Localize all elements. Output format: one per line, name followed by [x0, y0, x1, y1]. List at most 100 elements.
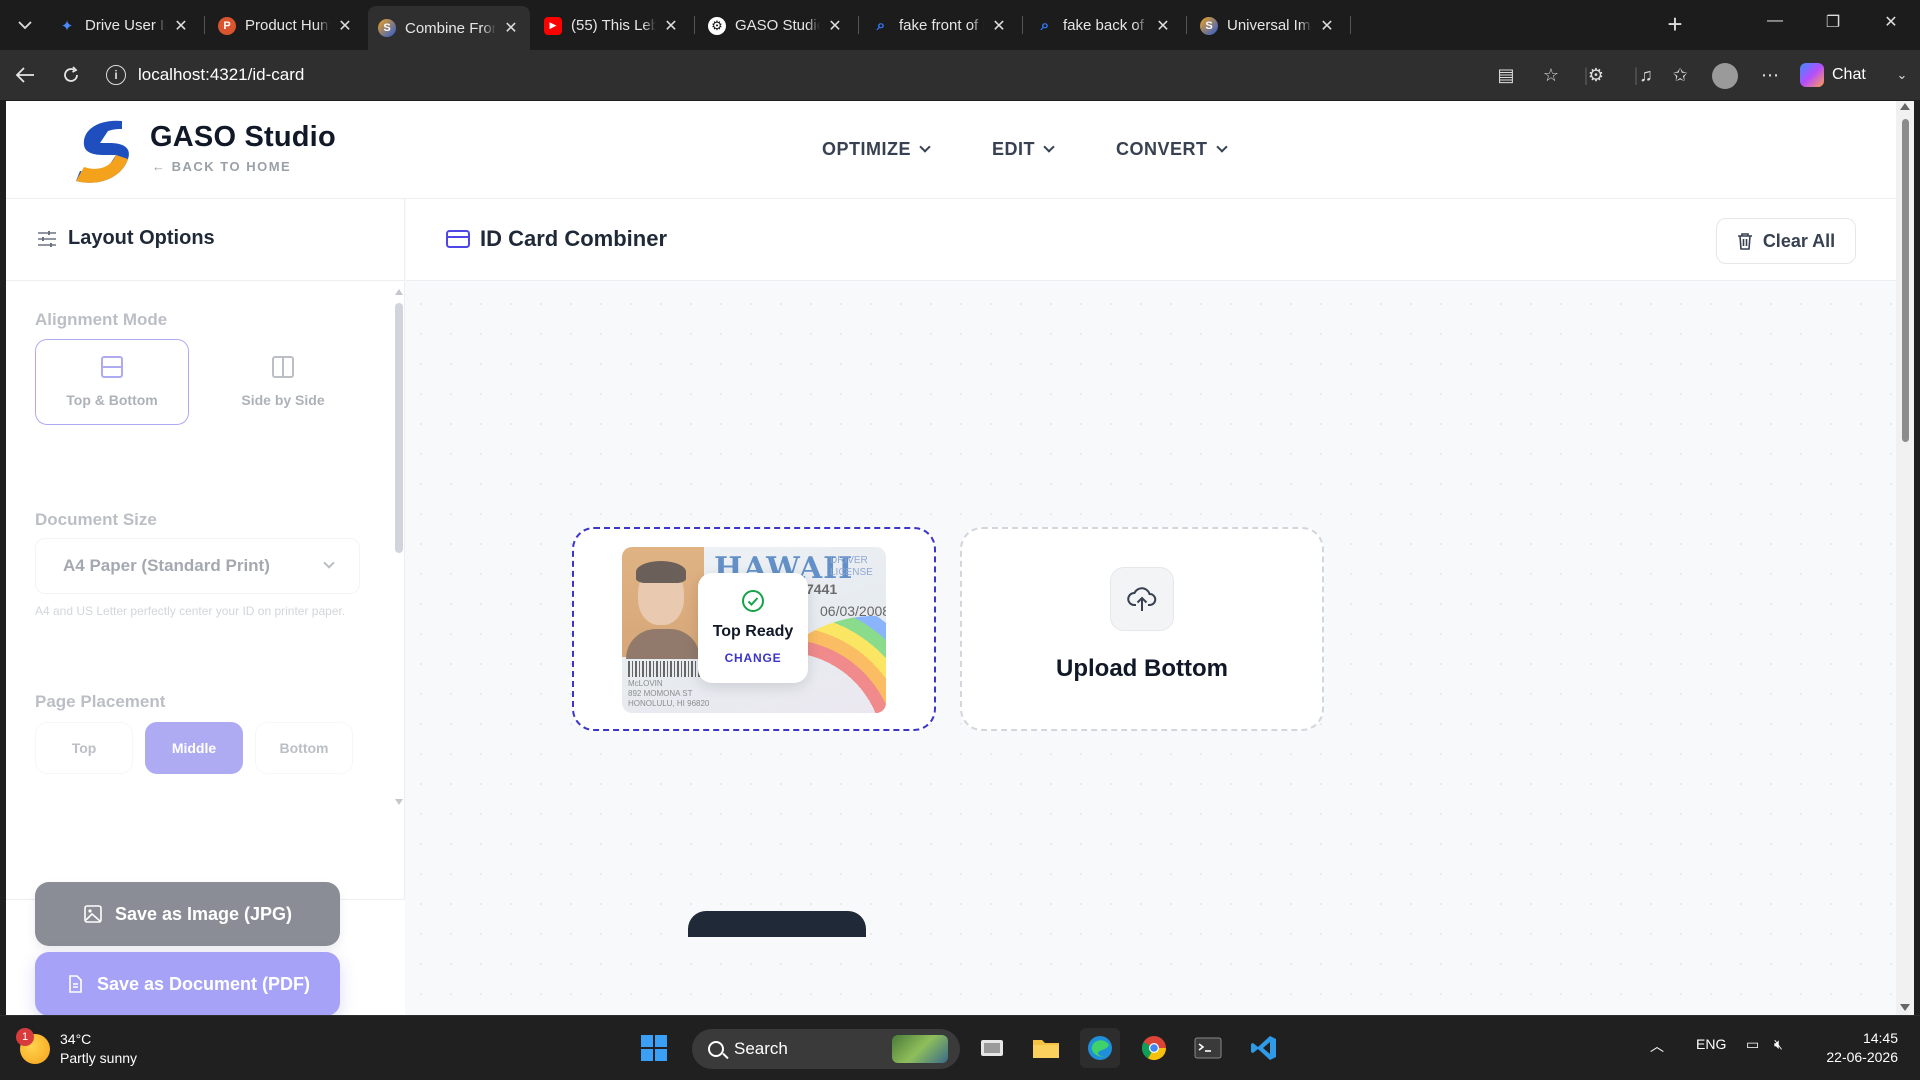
save-jpg-button[interactable]: Save as Image (JPG) [35, 882, 340, 946]
tab-close-icon[interactable]: ✕ [662, 16, 680, 36]
workspace-header: ID Card Combiner Clear All [406, 199, 1896, 281]
new-tab-button[interactable]: + [1660, 10, 1690, 40]
browser-tab-4[interactable]: ⚙ GASO Studio Launc ✕ [698, 7, 854, 44]
scroll-up-arrow[interactable] [1900, 103, 1910, 110]
scroll-down-arrow[interactable] [1900, 1004, 1910, 1011]
file-explorer-button[interactable] [1026, 1028, 1066, 1068]
bottom-upload-slot[interactable]: Upload Bottom [960, 527, 1324, 731]
task-view-button[interactable] [972, 1028, 1012, 1068]
tab-close-icon[interactable]: ✕ [1154, 16, 1172, 36]
media-icon[interactable]: ♫ [1634, 63, 1658, 87]
reload-button[interactable] [58, 62, 84, 88]
temperature: 34°C [60, 1031, 92, 1047]
gaso-logo-icon: S [1200, 16, 1218, 35]
info-icon[interactable]: i [106, 65, 126, 85]
browser-tab-7[interactable]: S Universal Image Co ✕ [1190, 7, 1346, 44]
clear-all-button[interactable]: Clear All [1716, 218, 1856, 264]
sidebar-scrollbar[interactable] [394, 289, 404, 889]
browser-tab-5[interactable]: ⌕ fake front of id - Se ✕ [862, 7, 1018, 44]
language-indicator[interactable]: ENG [1696, 1036, 1726, 1052]
id-name: McLOVIN [628, 679, 663, 688]
taskbar-search[interactable]: Search [692, 1029, 960, 1069]
start-button[interactable] [634, 1028, 674, 1068]
browser-tab-bar: ✦ Drive User Inflow Tc ✕ P Product Hunt … [0, 0, 1920, 50]
tab-close-icon[interactable]: ✕ [826, 16, 844, 36]
close-window-button[interactable]: ✕ [1876, 12, 1906, 32]
chevron-down-icon [919, 141, 931, 153]
tab-close-icon[interactable]: ✕ [990, 16, 1008, 36]
browser-tab-1[interactable]: P Product Hunt – The ✕ [208, 7, 364, 44]
brand-name[interactable]: GASO Studio [150, 121, 336, 154]
more-menu-icon[interactable]: ⋯ [1758, 63, 1782, 87]
upload-bottom-button[interactable] [1110, 567, 1174, 631]
document-size-select[interactable]: A4 Paper (Standard Print) [35, 538, 360, 594]
scroll-down-arrow[interactable] [395, 799, 403, 805]
back-to-home-link[interactable]: ← BACK TO HOME [152, 159, 291, 174]
chevron-down-icon [1215, 141, 1228, 153]
bing-search-icon: ⌕ [1040, 17, 1050, 34]
folder-icon [1033, 1040, 1059, 1058]
id-hair [636, 561, 686, 583]
browser-tab-6[interactable]: ⌕ fake back of id - Se ✕ [1026, 7, 1182, 44]
tab-close-icon[interactable]: ✕ [1318, 16, 1336, 36]
top-upload-slot[interactable]: HAWAII DRIVER LICENSE 7441 06/03/2008 Mc… [572, 527, 936, 731]
document-size-hint: A4 and US Letter perfectly center your I… [35, 604, 346, 618]
tab-close-icon[interactable]: ✕ [172, 16, 190, 36]
chevron-down-icon[interactable]: ⌄ [1890, 63, 1914, 87]
chevron-down-icon [1043, 141, 1055, 153]
page-scrollbar[interactable] [1896, 101, 1914, 1015]
save-jpg-label: Save as Image (JPG) [114, 903, 293, 924]
save-pdf-button[interactable]: Save as Document (PDF) [35, 952, 340, 1015]
gaso-logo-icon[interactable] [70, 115, 134, 187]
nav-optimize[interactable]: OPTIMIZE [822, 139, 931, 160]
collections-icon[interactable]: ✩ [1668, 63, 1692, 87]
network-icon[interactable]: ▭ [1746, 1036, 1759, 1053]
placement-middle-button[interactable]: Middle [145, 722, 243, 774]
sidebar-title: Layout Options [68, 227, 215, 249]
tray-overflow-chevron[interactable]: ︿ [1650, 1036, 1664, 1056]
windows-taskbar: 1 34°C Partly sunny Search ︿ ENG ▭ 🔇︎ 14… [0, 1015, 1920, 1080]
tab-list-dropdown-button[interactable] [8, 8, 42, 42]
copilot-chat-button[interactable]: Chat [1800, 60, 1866, 90]
copilot-icon [1800, 63, 1824, 87]
mode-side-by-side[interactable]: Side by Side [206, 339, 360, 425]
vscode-button[interactable] [1244, 1028, 1284, 1068]
profile-avatar[interactable] [1712, 63, 1738, 89]
nav-edit[interactable]: EDIT [992, 139, 1055, 160]
change-top-button[interactable]: CHANGE [725, 651, 782, 665]
terminal-button[interactable] [1188, 1028, 1228, 1068]
tab-close-icon[interactable]: ✕ [502, 18, 520, 38]
volume-muted-icon[interactable]: 🔇︎ [1774, 1036, 1783, 1053]
floating-toolbar[interactable] [688, 911, 866, 937]
favorite-star-icon[interactable]: ☆ [1539, 63, 1563, 87]
tab-separator [1186, 16, 1187, 34]
browser-tab-3[interactable]: ▶ (55) This Lebanese ✕ [534, 7, 690, 44]
edge-browser-button[interactable] [1080, 1028, 1120, 1068]
address-bar[interactable]: i localhost:4321/id-card [98, 58, 1530, 92]
page-scroll-thumb[interactable] [1902, 119, 1909, 442]
tab-title: fake back of id - Se [1063, 17, 1148, 34]
back-button[interactable] [12, 62, 38, 88]
site-header: GASO Studio ← BACK TO HOME OPTIMIZE EDIT… [6, 101, 1896, 199]
minimize-button[interactable]: — [1760, 12, 1790, 30]
notification-badge: 1 [16, 1028, 34, 1046]
restore-button[interactable]: ❐ [1818, 12, 1848, 32]
taskbar-clock[interactable]: 14:45 22-06-2026 [1818, 1029, 1898, 1067]
scroll-up-arrow[interactable] [395, 289, 403, 295]
rows-layout-icon [101, 356, 123, 378]
sidebar-scroll-thumb[interactable] [395, 303, 403, 553]
chrome-button[interactable] [1134, 1028, 1174, 1068]
placement-top-button[interactable]: Top [35, 722, 133, 774]
weather-widget[interactable]: 1 34°C Partly sunny [16, 1028, 137, 1068]
extensions-icon[interactable]: ⚙ [1584, 63, 1608, 87]
mode-top-bottom[interactable]: Top & Bottom [35, 339, 189, 425]
reader-mode-icon[interactable]: ▤ [1494, 63, 1518, 87]
browser-tab-0[interactable]: ✦ Drive User Inflow Tc ✕ [48, 7, 200, 44]
nav-convert[interactable]: CONVERT [1116, 139, 1228, 160]
browser-tab-2-active[interactable]: S Combine Front & B ✕ [368, 6, 530, 50]
tab-close-icon[interactable]: ✕ [336, 16, 354, 36]
tab-title: Universal Image Co [1227, 17, 1312, 34]
placement-bottom-button[interactable]: Bottom [255, 722, 353, 774]
partly-sunny-icon: 1 [16, 1028, 50, 1064]
url-text: localhost:4321/id-card [138, 65, 305, 84]
